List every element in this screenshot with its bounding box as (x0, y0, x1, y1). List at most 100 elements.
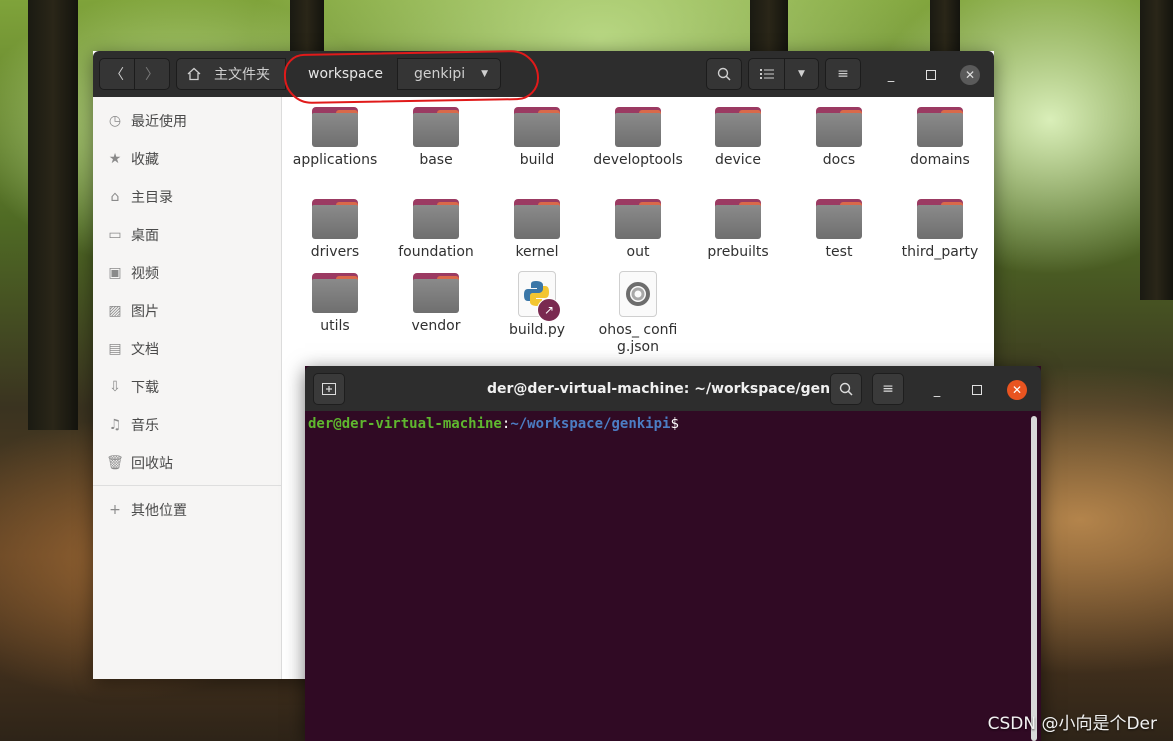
music-icon: ♫ (108, 417, 122, 433)
maximize-button[interactable] (921, 65, 941, 85)
folder-icon (312, 273, 358, 313)
menu-button[interactable]: ≡ (825, 58, 861, 90)
folder-icon (514, 107, 560, 147)
item-label: developtools (593, 152, 683, 168)
folder-icon (917, 199, 963, 239)
item-label: docs (822, 152, 856, 168)
item-label: ohos_ config.json (598, 322, 678, 355)
desktop-icon: ▭ (108, 227, 122, 243)
search-button[interactable] (706, 58, 742, 90)
chevron-left-icon: 〈 (110, 67, 124, 83)
terminal-header: der@der-virtual-machine: ~/workspace/gen… (305, 366, 1041, 411)
folder-item[interactable]: kernel (487, 199, 587, 261)
star-icon: ★ (108, 151, 122, 167)
minimize-button[interactable]: _ (881, 65, 901, 85)
terminal-maximize-button[interactable] (967, 380, 987, 400)
sidebar-item-videos[interactable]: ▣ 视频 (93, 254, 281, 292)
item-label: base (419, 152, 453, 168)
item-label: vendor (411, 318, 461, 334)
folder-item[interactable]: prebuilts (688, 199, 788, 261)
folder-icon (312, 199, 358, 239)
folder-item[interactable]: build (487, 107, 587, 169)
hamburger-icon: ≡ (837, 66, 849, 82)
folder-icon (917, 107, 963, 147)
terminal-menu-button[interactable]: ≡ (872, 373, 904, 405)
shell-prompt: der@der-virtual-machine:~/workspace/genk… (308, 416, 679, 432)
view-options-button[interactable]: ▼ (784, 58, 819, 90)
item-label: kernel (515, 244, 559, 260)
sidebar: ◷ 最近使用 ★ 收藏 ⌂ 主目录 ▭ 桌面 ▣ 视频 ▨ 图片 ▤ 文档 ⇩ (93, 97, 282, 679)
sidebar-item-downloads[interactable]: ⇩ 下载 (93, 368, 281, 406)
minimize-icon: _ (887, 67, 895, 83)
terminal-search-button[interactable] (830, 373, 862, 405)
prompt-path: ~/workspace/genkipi (510, 416, 671, 432)
sidebar-item-starred[interactable]: ★ 收藏 (93, 140, 281, 178)
sidebar-item-music[interactable]: ♫ 音乐 (93, 406, 281, 444)
image-icon: ▨ (108, 303, 122, 319)
sidebar-item-desktop[interactable]: ▭ 桌面 (93, 216, 281, 254)
folder-icon (715, 107, 761, 147)
folder-icon (413, 273, 459, 313)
terminal-close-button[interactable]: ✕ (1007, 380, 1027, 400)
dropdown-arrow-icon: ▼ (798, 69, 805, 79)
folder-item[interactable]: vendor (386, 273, 486, 335)
item-label: drivers (310, 244, 360, 260)
item-label: out (626, 244, 650, 260)
close-button[interactable]: ✕ (960, 65, 980, 85)
terminal-scrollbar[interactable] (1031, 416, 1037, 741)
item-label: prebuilts (707, 244, 769, 260)
maximize-icon (926, 70, 936, 80)
folder-item[interactable]: applications (285, 107, 385, 169)
search-icon (839, 382, 853, 396)
folder-item[interactable]: drivers (285, 199, 385, 261)
item-label: foundation (398, 244, 474, 260)
symlink-arrow-icon: ↗ (537, 298, 561, 322)
folder-icon (816, 199, 862, 239)
folder-item[interactable]: docs (789, 107, 889, 169)
document-icon: ▤ (108, 341, 122, 357)
folder-item[interactable]: device (688, 107, 788, 169)
forward-button[interactable]: 〉 (134, 58, 170, 90)
view-list-button[interactable] (748, 58, 785, 90)
sidebar-item-pictures[interactable]: ▨ 图片 (93, 292, 281, 330)
file-item[interactable]: ohos_ config.json (588, 271, 688, 356)
plus-icon: + (109, 502, 121, 518)
prompt-symbol: $ (670, 416, 679, 432)
home-icon (187, 67, 201, 81)
terminal-minimize-button[interactable]: _ (927, 380, 947, 400)
item-label: test (825, 244, 853, 260)
sidebar-item-trash[interactable]: 🗑 回收站 (93, 444, 281, 482)
item-label: build (519, 152, 555, 168)
search-icon (717, 67, 731, 81)
folder-icon (615, 199, 661, 239)
folder-icon (413, 107, 459, 147)
folder-item[interactable]: domains (890, 107, 990, 169)
breadcrumb-home[interactable]: 主文件夹 (176, 58, 286, 90)
folder-item[interactable]: foundation (386, 199, 486, 261)
trash-icon: 🗑 (106, 455, 124, 471)
item-label: device (715, 152, 761, 168)
back-button[interactable]: 〈 (99, 58, 135, 90)
folder-item[interactable]: test (789, 199, 889, 261)
breadcrumb-home-label: 主文件夹 (214, 67, 270, 83)
folder-icon (615, 107, 661, 147)
sidebar-item-documents[interactable]: ▤ 文档 (93, 330, 281, 368)
sidebar-item-recent[interactable]: ◷ 最近使用 (93, 102, 281, 140)
item-label: applications (292, 152, 378, 168)
file-item[interactable]: ↗ build.py (487, 271, 587, 339)
folder-item[interactable]: third_party (890, 199, 990, 261)
sidebar-item-other-locations[interactable]: + 其他位置 (93, 491, 281, 529)
folder-item[interactable]: developtools (588, 107, 688, 169)
sidebar-item-home[interactable]: ⌂ 主目录 (93, 178, 281, 216)
folder-item[interactable]: utils (285, 273, 385, 335)
maximize-icon (972, 385, 982, 395)
folder-item[interactable]: out (588, 199, 688, 261)
chevron-right-icon: 〉 (145, 67, 159, 83)
terminal-output[interactable]: der@der-virtual-machine:~/workspace/genk… (305, 411, 1041, 741)
folder-icon (514, 199, 560, 239)
folder-item[interactable]: base (386, 107, 486, 169)
folder-icon (715, 199, 761, 239)
prompt-user: der@der-virtual-machine (308, 416, 502, 432)
json-file-icon (619, 271, 657, 317)
terminal-window: der@der-virtual-machine: ~/workspace/gen… (305, 366, 1041, 741)
